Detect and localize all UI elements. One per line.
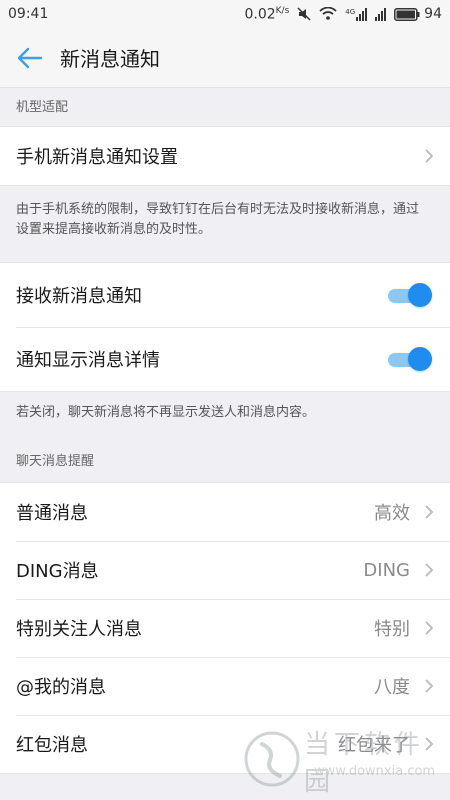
row-value: DING xyxy=(363,559,410,581)
mute-icon xyxy=(297,7,311,21)
chevron-right-icon xyxy=(425,505,434,519)
chevron-right-icon xyxy=(425,621,434,635)
watermark-logo-icon xyxy=(244,731,300,787)
section-label-device: 机型适配 xyxy=(16,100,69,115)
status-bar: 09:41 0.02K/s 4G 94 xyxy=(0,0,450,28)
cellular-signal-icon xyxy=(375,7,387,21)
back-arrow-icon xyxy=(17,47,43,68)
row-label: 特别关注人消息 xyxy=(16,619,142,640)
row-value: 高效 xyxy=(374,503,410,524)
row-label: 红包消息 xyxy=(16,735,88,756)
section-label-reminders: 聊天消息提醒 xyxy=(16,454,95,469)
receive-notifications-toggle[interactable] xyxy=(386,283,432,307)
device-note: 由于手机系统的限制，导致钉钉在后台有时无法及时接收新消息，通过设置来提高接收新消… xyxy=(16,202,420,237)
wifi-icon xyxy=(319,7,337,20)
row-value: 特别 xyxy=(374,619,410,640)
row-label: @我的消息 xyxy=(16,677,106,698)
watermark-url: www.downxia.com xyxy=(314,764,436,779)
watermark-text: 当下软件园 xyxy=(304,730,425,797)
back-button[interactable] xyxy=(0,28,60,88)
status-time: 09:41 xyxy=(8,6,49,22)
list-item-special-follow-message[interactable]: 特别关注人消息 特别 xyxy=(0,599,450,657)
cellular-4g-icon: 4G xyxy=(345,7,368,21)
row-label: 通知显示消息详情 xyxy=(16,350,160,371)
row-label: DING消息 xyxy=(16,561,99,582)
watermark: 当下软件园 www.downxia.com xyxy=(244,724,444,797)
row-label: 普通消息 xyxy=(16,503,88,524)
list-item-mention-message[interactable]: @我的消息 八度 xyxy=(0,657,450,715)
device-settings-group: 手机新消息通知设置 xyxy=(0,126,450,186)
show-details-toggle[interactable] xyxy=(386,347,432,371)
show-details-row: 通知显示消息详情 xyxy=(0,327,450,391)
chevron-right-icon xyxy=(425,679,434,693)
row-value: 八度 xyxy=(374,677,410,698)
chevron-right-icon xyxy=(425,149,434,163)
list-item-ding-message[interactable]: DING消息 DING xyxy=(0,541,450,599)
row-label: 手机新消息通知设置 xyxy=(16,147,178,168)
chevron-right-icon xyxy=(425,563,434,577)
list-item-normal-message[interactable]: 普通消息 高效 xyxy=(0,483,450,541)
app-header: 新消息通知 xyxy=(0,28,450,88)
row-label: 接收新消息通知 xyxy=(16,286,142,307)
toggle-note: 若关闭，聊天新消息将不再显示发送人和消息内容。 xyxy=(16,405,316,420)
toggle-settings-group: 接收新消息通知 通知显示消息详情 xyxy=(0,262,450,392)
page-title: 新消息通知 xyxy=(60,47,160,71)
phone-notification-settings-item[interactable]: 手机新消息通知设置 xyxy=(0,127,450,185)
network-speed: 0.02K/s xyxy=(244,5,290,23)
battery-icon xyxy=(394,7,420,21)
battery-level: 94 xyxy=(424,6,442,22)
receive-notifications-row: 接收新消息通知 xyxy=(0,263,450,327)
